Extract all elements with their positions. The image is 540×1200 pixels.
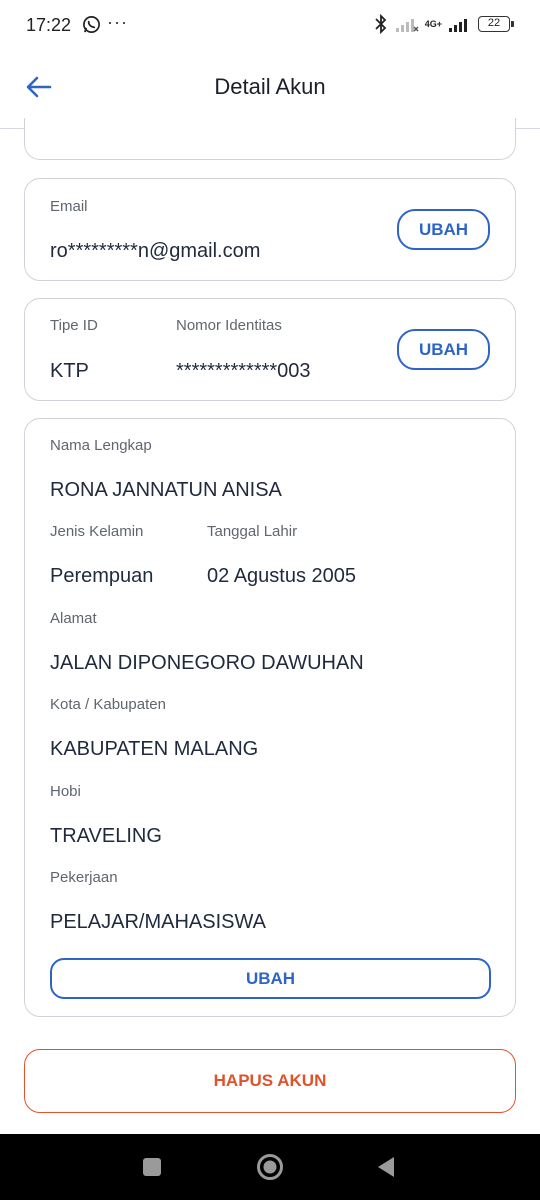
home-circle-icon [257,1154,283,1180]
back-triangle-icon [378,1157,394,1177]
identity-card: Tipe ID KTP Nomor Identitas ************… [24,298,516,401]
birth-date-value: 02 Agustus 2005 [207,565,357,587]
city-value: KABUPATEN MALANG [50,738,259,760]
job-label: Pekerjaan [50,869,118,886]
battery-icon: 22 [478,16,514,32]
delete-account-button[interactable]: HAPUS AKUN [24,1049,516,1113]
more-notifications-icon: ··· [107,12,128,32]
signal-strong-icon [448,15,472,33]
profile-card: Nama Lengkap RONA JANNATUN ANISA Jenis K… [24,418,516,1017]
change-profile-button[interactable]: UBAH [50,958,491,999]
system-nav-bar [0,1134,540,1200]
recents-button[interactable] [117,1134,187,1200]
hobby-label: Hobi [50,783,81,800]
id-type-label: Tipe ID [50,317,98,334]
job-value: PELAJAR/MAHASISWA [50,911,266,933]
whatsapp-icon [82,15,101,34]
gender-value: Perempuan [50,565,154,587]
change-email-button[interactable]: UBAH [397,209,490,250]
previous-card-partial [24,118,516,160]
id-number-value: *************003 [176,360,311,382]
bluetooth-icon [373,13,389,35]
name-label: Nama Lengkap [50,437,152,454]
signal-weak-icon [395,15,419,33]
system-back-button[interactable] [351,1134,421,1200]
address-label: Alamat [50,610,97,627]
home-button[interactable] [235,1134,305,1200]
gender-label: Jenis Kelamin [50,523,144,540]
id-type-value: KTP [50,360,89,382]
status-right-group: 4G+ 22 [373,13,514,35]
email-card: Email ro*********n@gmail.com UBAH [24,178,516,281]
page-title: Detail Akun [214,74,326,99]
birth-date-label: Tanggal Lahir [207,523,298,540]
status-bar: 17:22 ··· 4G+ 22 [0,0,540,52]
id-number-label: Nomor Identitas [176,317,282,334]
recents-square-icon [143,1158,161,1176]
network-type: 4G+ [424,18,442,29]
email-label: Email [50,198,88,215]
address-value: JALAN DIPONEGORO DAWUHAN [50,652,364,674]
hobby-value: TRAVELING [50,825,162,847]
name-value: RONA JANNATUN ANISA [50,479,282,501]
email-value: ro*********n@gmail.com [50,240,261,262]
city-label: Kota / Kabupaten [50,696,166,713]
change-identity-button[interactable]: UBAH [397,329,490,370]
status-time: 17:22 [26,15,72,35]
